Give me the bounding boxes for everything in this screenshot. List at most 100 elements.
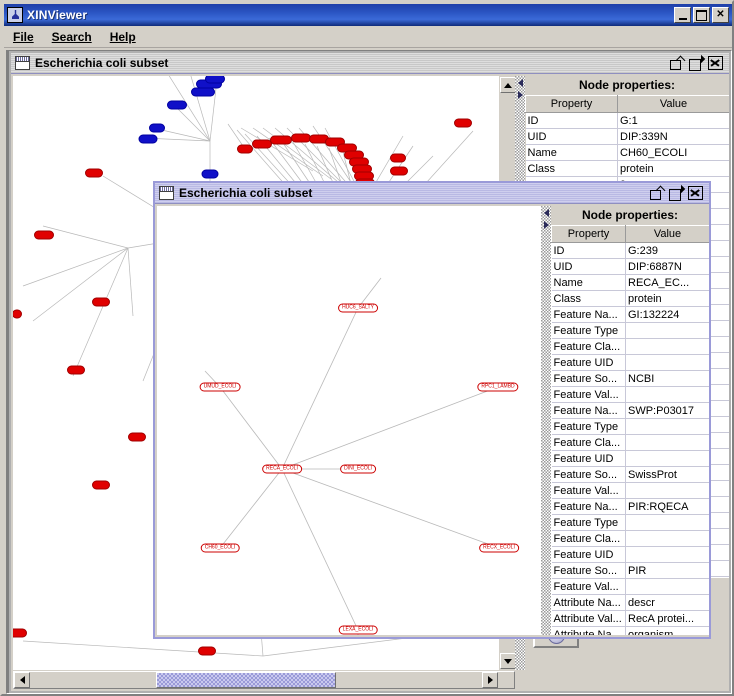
graph-node[interactable] [270,135,292,145]
value-cell[interactable] [625,450,709,467]
background-maximize-button[interactable] [689,57,702,71]
value-cell[interactable]: PIR:RQECA [625,498,709,515]
property-cell[interactable]: Feature Na... [551,306,626,323]
property-cell[interactable]: Feature Val... [551,482,626,499]
graph-node[interactable] [13,309,22,319]
table-row[interactable]: Class protein [551,290,709,307]
value-cell[interactable]: organism [625,626,709,635]
close-button[interactable]: ✕ [712,7,729,23]
split-collapse-left-button[interactable] [516,78,524,87]
value-cell[interactable]: NCBI [625,370,709,387]
background-col-value[interactable]: Value [617,95,729,113]
minimize-button[interactable] [674,7,691,23]
graph-node[interactable] [92,480,110,490]
graph-node[interactable] [291,133,311,143]
foreground-frame-titlebar[interactable]: Escherichia coli subset [155,183,709,204]
horizontal-scroll-thumb[interactable] [156,672,336,688]
property-cell[interactable]: Feature Na... [551,498,626,515]
graph-node[interactable] [454,118,472,128]
value-cell[interactable] [625,322,709,339]
maximize-button[interactable] [693,7,710,23]
menu-search[interactable]: Search [43,28,101,46]
property-cell[interactable]: Feature Val... [551,386,626,403]
table-row[interactable]: Feature Type [551,514,709,531]
foreground-graph-canvas[interactable]: HUC6_SALTY UMUD_ECOLI RPC1_LAMBD RECA_ECOLI… [157,206,541,635]
table-row[interactable]: Feature UID [551,546,709,563]
property-cell[interactable]: Feature Na... [551,402,626,419]
split-collapse-right-button[interactable] [542,220,550,229]
table-row[interactable]: Feature Val... [551,386,709,403]
property-cell[interactable]: Feature Type [551,418,626,435]
table-row[interactable]: Feature Type [551,322,709,339]
value-cell[interactable]: PIR [625,562,709,579]
property-cell[interactable]: Feature UID [551,450,626,467]
value-cell[interactable]: DIP:339N [617,128,729,145]
property-cell[interactable]: Feature So... [551,562,626,579]
foreground-col-value[interactable]: Value [625,225,709,243]
graph-node[interactable] [167,100,187,110]
foreground-split-divider[interactable] [541,206,551,635]
scroll-down-arrow[interactable] [500,653,515,669]
table-row[interactable]: Feature Cla... [551,530,709,547]
scroll-right-arrow[interactable] [482,672,498,688]
table-row[interactable]: Feature Val... [551,482,709,499]
graph-node[interactable] [85,168,103,178]
scroll-up-arrow[interactable] [500,77,515,93]
graph-node[interactable]: UMUD_ECOLI [199,382,241,392]
table-row[interactable]: Feature So... SwissProt [551,466,709,483]
table-row[interactable]: Feature So... PIR [551,562,709,579]
graph-node[interactable]: LEXA_ECOLI [338,625,378,635]
table-row[interactable]: Name RECA_EC... [551,274,709,291]
table-row[interactable]: Feature Type [551,418,709,435]
graph-node[interactable] [390,153,406,163]
graph-node[interactable]: RECX_ECOLI [479,543,519,553]
value-cell[interactable] [625,514,709,531]
table-row[interactable]: ID G:1 [525,112,729,129]
property-cell[interactable]: Feature UID [551,546,626,563]
property-cell[interactable]: Feature Cla... [551,338,626,355]
value-cell[interactable] [625,482,709,499]
graph-node[interactable] [67,365,85,375]
value-cell[interactable] [625,530,709,547]
property-cell[interactable]: UID [551,258,626,275]
value-cell[interactable]: G:1 [617,112,729,129]
value-cell[interactable]: SWP:P03017 [625,402,709,419]
property-cell[interactable]: Attribute Na... [551,626,626,635]
value-cell[interactable]: G:239 [625,242,709,259]
foreground-restore-button[interactable] [650,187,663,200]
graph-node[interactable] [201,169,219,179]
property-cell[interactable]: ID [525,112,618,129]
value-cell[interactable]: DIP:6887N [625,258,709,275]
value-cell[interactable]: descr [625,594,709,611]
value-cell[interactable]: CH60_ECOLI [617,144,729,161]
background-restore-button[interactable] [670,57,683,70]
property-cell[interactable]: Feature Type [551,514,626,531]
graph-node[interactable] [149,123,165,133]
table-row[interactable]: UID DIP:339N [525,128,729,145]
background-close-button[interactable] [708,56,723,70]
graph-node[interactable] [198,646,216,656]
property-cell[interactable]: Name [525,144,618,161]
table-row[interactable]: Feature Cla... [551,338,709,355]
foreground-internal-frame[interactable]: Escherichia coli subset HUC6_SALTY UMUD_E… [153,181,711,639]
table-row[interactable]: Feature UID [551,354,709,371]
value-cell[interactable]: protein [617,160,729,177]
table-row[interactable]: Feature Cla... [551,434,709,451]
value-cell[interactable]: SwissProt [625,466,709,483]
table-row[interactable]: Name CH60_ECOLI [525,144,729,161]
property-cell[interactable]: Attribute Val... [551,610,626,627]
value-cell[interactable]: RECA_EC... [625,274,709,291]
graph-node[interactable]: DINI_ECOLI [340,464,376,474]
value-cell[interactable] [625,386,709,403]
foreground-maximize-button[interactable] [669,187,682,201]
graph-node[interactable] [205,76,225,84]
property-cell[interactable]: Feature So... [551,370,626,387]
scroll-left-arrow[interactable] [14,672,30,688]
table-row[interactable]: UID DIP:6887N [551,258,709,275]
table-row[interactable]: Attribute Na... descr [551,594,709,611]
value-cell[interactable] [625,578,709,595]
property-cell[interactable]: Feature UID [551,354,626,371]
value-cell[interactable]: GI:132224 [625,306,709,323]
property-cell[interactable]: Feature Val... [551,578,626,595]
table-row[interactable]: Feature So... NCBI [551,370,709,387]
